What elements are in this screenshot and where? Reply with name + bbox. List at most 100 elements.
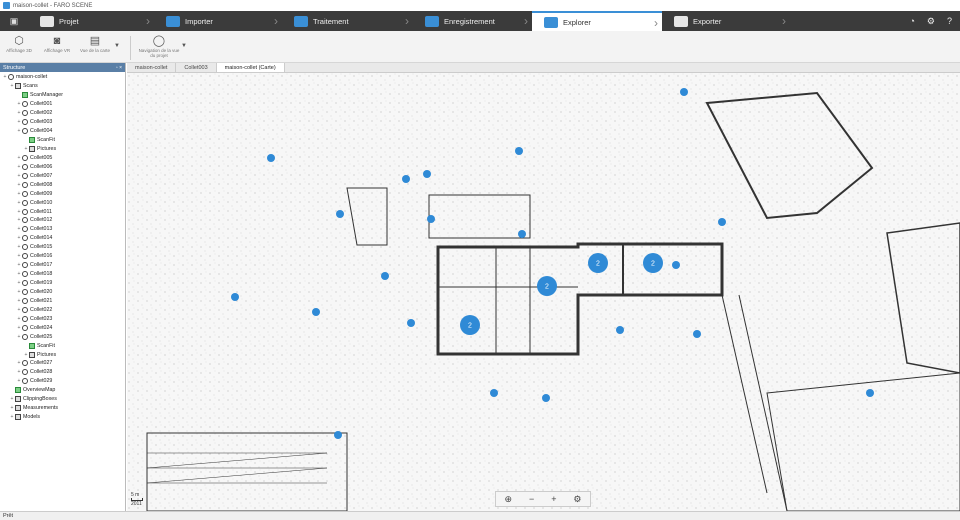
tree-node[interactable]: ScanFit: [0, 341, 125, 350]
scan-position-marker[interactable]: [866, 389, 874, 397]
scan-position-marker[interactable]: [542, 394, 550, 402]
scan-icon: [22, 172, 28, 179]
tree-node[interactable]: OverviewMap: [0, 386, 125, 395]
scan-position-marker[interactable]: [402, 175, 410, 183]
workflow-step-exporter[interactable]: Exporter ›: [662, 11, 790, 31]
scan-position-marker[interactable]: [423, 170, 431, 178]
tree-node[interactable]: + Collet027: [0, 359, 125, 368]
map-view[interactable]: 2 2 2 2 5 m 2011 ⊕ − + ⚙: [127, 73, 960, 511]
tree-node[interactable]: + Collet004: [0, 127, 125, 136]
tree-node-label: Measurements: [23, 405, 59, 412]
tree-node[interactable]: + maison-collet: [0, 73, 125, 82]
scan-icon: [22, 324, 28, 331]
tree-node[interactable]: + Collet022: [0, 305, 125, 314]
view-vr-button[interactable]: ◙ Affichage VR: [38, 34, 76, 53]
tree-node[interactable]: + Collet017: [0, 261, 125, 270]
view-3d-button[interactable]: ⬡ Affichage 3D: [0, 34, 38, 53]
scan-position-marker[interactable]: [381, 272, 389, 280]
scan-position-marker[interactable]: [693, 330, 701, 338]
scan-position-marker[interactable]: [718, 218, 726, 226]
tree-node[interactable]: ScanFit: [0, 136, 125, 145]
tree-node[interactable]: + Collet005: [0, 153, 125, 162]
tree-node-label: Collet012: [30, 217, 53, 224]
scan-position-marker[interactable]: [672, 261, 680, 269]
scanfit-icon: [15, 387, 21, 394]
view-tab[interactable]: maison-collet: [127, 63, 177, 72]
tree-node[interactable]: + Collet018: [0, 270, 125, 279]
tree-node[interactable]: + ClippingBoxes: [0, 395, 125, 404]
navigation-dropdown-icon[interactable]: ▼: [181, 43, 187, 49]
scan-position-marker[interactable]: [407, 319, 415, 327]
scan-position-marker[interactable]: [267, 154, 275, 162]
view-tabs: maison-collet Collet003 maison-collet (Car…: [127, 63, 960, 73]
help-center-icon[interactable]: ◔: [909, 16, 914, 26]
tree-node[interactable]: + Collet020: [0, 288, 125, 297]
tree-node[interactable]: + Collet029: [0, 377, 125, 386]
tree-node[interactable]: + Collet021: [0, 296, 125, 305]
tree-node[interactable]: + Collet007: [0, 171, 125, 180]
tree-node[interactable]: ScanManager: [0, 91, 125, 100]
tree-node[interactable]: + Collet013: [0, 225, 125, 234]
scan-position-marker[interactable]: [616, 326, 624, 334]
help-icon[interactable]: ?: [947, 16, 952, 26]
tree-node[interactable]: + Collet025: [0, 332, 125, 341]
tree-node[interactable]: + Collet009: [0, 189, 125, 198]
tree-node[interactable]: + Collet008: [0, 180, 125, 189]
point-cloud-map[interactable]: 2 2 2 2: [127, 73, 960, 511]
tree-node[interactable]: + Collet014: [0, 234, 125, 243]
panel-pin-icon[interactable]: ▫ ×: [116, 65, 122, 71]
settings-gear-icon[interactable]: ⚙: [927, 16, 935, 27]
workflow-step-importer[interactable]: Importer ›: [154, 11, 282, 31]
scan-position-marker[interactable]: [490, 389, 498, 397]
project-tree: + maison-collet + Scans ScanManager + Collet00…: [0, 72, 125, 422]
workflow-step-explorer[interactable]: Explorer ›: [532, 11, 662, 31]
window-title: maison-collet - FARO SCENE: [13, 2, 93, 9]
tree-node[interactable]: + Collet015: [0, 243, 125, 252]
tree-node[interactable]: + Collet028: [0, 368, 125, 377]
navigation-button[interactable]: ◯ Navigation de la vue du projet: [137, 34, 181, 58]
scan-position-marker[interactable]: [231, 293, 239, 301]
scan-position-marker[interactable]: [680, 88, 688, 96]
tree-node[interactable]: + Collet012: [0, 216, 125, 225]
tree-node-label: Collet005: [30, 154, 53, 161]
tree-node[interactable]: + Collet023: [0, 314, 125, 323]
map-settings-button[interactable]: ⚙: [573, 494, 581, 505]
scan-icon: [22, 128, 28, 135]
status-text: Prêt: [3, 513, 14, 519]
scan-position-marker[interactable]: [336, 210, 344, 218]
tree-node[interactable]: + Pictures: [0, 350, 125, 359]
tree-node[interactable]: + Collet001: [0, 100, 125, 109]
tree-node[interactable]: + Scans: [0, 82, 125, 91]
workflow-step-enregistrement[interactable]: Enregistrement ›: [413, 11, 532, 31]
zoom-out-button[interactable]: −: [529, 494, 534, 504]
scan-position-marker[interactable]: [312, 308, 320, 316]
view-dropdown-icon[interactable]: ▼: [114, 43, 120, 49]
scan-icon: [22, 217, 28, 224]
scan-position-marker[interactable]: [427, 215, 435, 223]
tree-node[interactable]: + Models: [0, 413, 125, 422]
view-tab[interactable]: Collet003: [176, 63, 217, 72]
tree-node[interactable]: + Collet006: [0, 162, 125, 171]
tree-node[interactable]: + Collet010: [0, 198, 125, 207]
tree-node[interactable]: + Collet016: [0, 252, 125, 261]
tree-node[interactable]: + Measurements: [0, 404, 125, 413]
tree-node-label: Collet014: [30, 235, 53, 242]
workflow-step-traitement[interactable]: Traitement ›: [282, 11, 413, 31]
scan-icon: [22, 315, 28, 322]
tree-node[interactable]: + Collet024: [0, 323, 125, 332]
scan-position-marker[interactable]: [334, 431, 342, 439]
map-view-button[interactable]: ▤ Vue de la carte: [76, 34, 114, 53]
view-tab[interactable]: maison-collet (Carte): [216, 63, 285, 72]
tree-node-label: Collet002: [30, 110, 53, 117]
tree-node[interactable]: + Pictures: [0, 145, 125, 154]
scan-position-marker[interactable]: [518, 230, 526, 238]
tree-node[interactable]: + Collet019: [0, 279, 125, 288]
tree-node[interactable]: + Collet002: [0, 109, 125, 118]
tree-node[interactable]: + Collet011: [0, 207, 125, 216]
scan-position-marker[interactable]: [515, 147, 523, 155]
zoom-in-button[interactable]: +: [551, 494, 556, 504]
workflow-step-projet[interactable]: Projet ›: [28, 11, 154, 31]
zoom-fit-button[interactable]: ⊕: [504, 494, 512, 505]
tree-node[interactable]: + Collet003: [0, 118, 125, 127]
save-icon[interactable]: ▣: [0, 11, 28, 31]
